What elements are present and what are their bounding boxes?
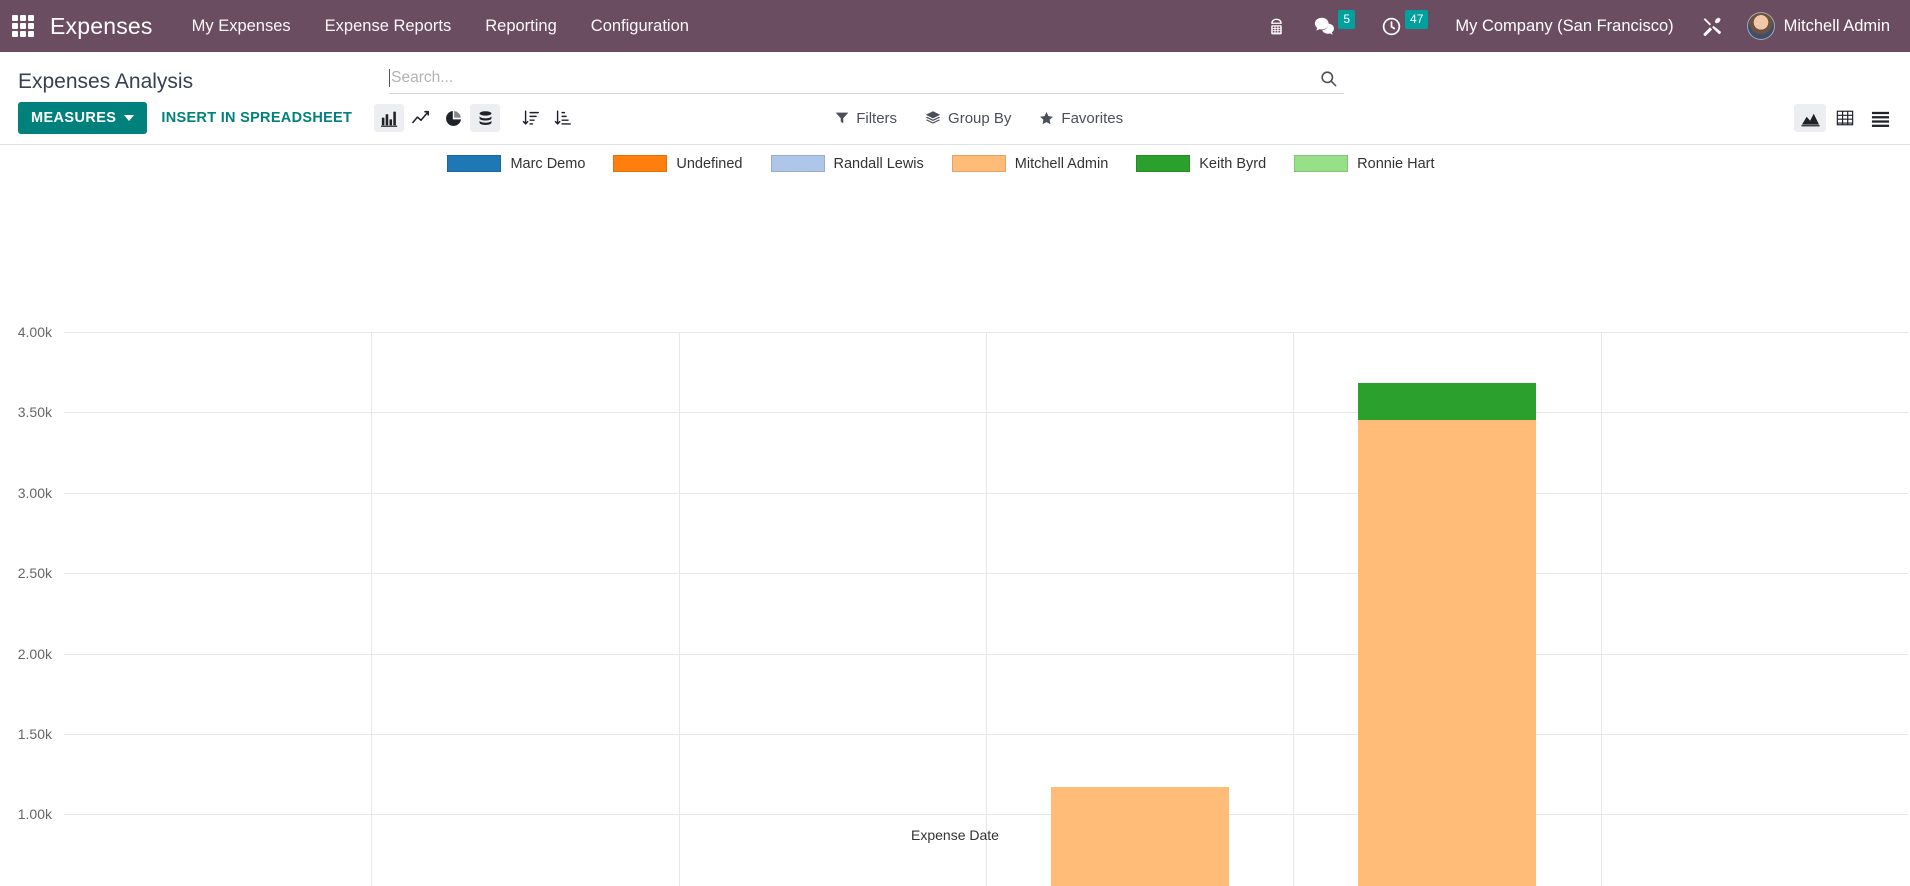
layers-icon bbox=[925, 111, 941, 124]
legend-swatch bbox=[1294, 155, 1349, 172]
filters-label: Filters bbox=[856, 109, 898, 127]
chart-type-button-group bbox=[374, 104, 578, 132]
list-view-icon[interactable] bbox=[1864, 104, 1896, 132]
legend-label: Randall Lewis bbox=[833, 155, 924, 172]
app-brand-expenses[interactable]: Expenses bbox=[44, 13, 175, 40]
apps-grid-icon[interactable] bbox=[8, 11, 38, 41]
line-chart-icon[interactable] bbox=[406, 104, 436, 132]
graph-view: Marc Demo Undefined Randall Lewis Mitchell … bbox=[0, 145, 1910, 886]
search-icon[interactable] bbox=[1313, 69, 1344, 88]
page-title: Expenses Analysis bbox=[18, 70, 194, 93]
stacked-icon[interactable] bbox=[470, 104, 501, 132]
nav-item-configuration[interactable]: Configuration bbox=[574, 0, 706, 52]
measures-button[interactable]: MEASURES bbox=[18, 102, 148, 134]
legend-item[interactable]: Undefined bbox=[613, 155, 756, 172]
legend-item[interactable]: Keith Byrd bbox=[1136, 155, 1280, 172]
x-gridline bbox=[371, 332, 373, 886]
x-gridline bbox=[1600, 332, 1602, 886]
search-options-group: Filters Group By Favorites bbox=[821, 104, 1137, 133]
legend-item[interactable]: Marc Demo bbox=[447, 155, 599, 172]
legend-label: Ronnie Hart bbox=[1357, 155, 1435, 172]
legend-swatch bbox=[613, 155, 668, 172]
pie-chart-icon[interactable] bbox=[438, 104, 468, 132]
legend-item[interactable]: Mitchell Admin bbox=[951, 155, 1122, 172]
control-panel-bottom-row: MEASURES INSERT IN SPREADSHEET Filters G… bbox=[0, 94, 1910, 144]
chart-plot-area: 0.00500.001.00k1.50k2.00k2.50k3.00k3.50k… bbox=[18, 324, 1908, 886]
user-menu[interactable]: Mitchell Admin bbox=[1737, 0, 1898, 52]
chevron-down-icon bbox=[124, 115, 135, 121]
x-gridline bbox=[678, 332, 680, 886]
avatar bbox=[1746, 12, 1775, 40]
legend-swatch bbox=[1136, 155, 1191, 172]
view-switcher bbox=[1794, 104, 1896, 132]
legend-label: Undefined bbox=[676, 155, 743, 172]
navbar-right-section: 5 47 My Company (San Francisco) Mitchell… bbox=[1253, 0, 1898, 52]
activities-count-badge: 47 bbox=[1405, 9, 1429, 29]
group-by-button[interactable]: Group By bbox=[911, 104, 1025, 133]
nav-item-my-expenses[interactable]: My Expenses bbox=[175, 0, 308, 52]
nav-item-expense-reports[interactable]: Expense Reports bbox=[308, 0, 469, 52]
bar-chart-icon[interactable] bbox=[374, 104, 405, 132]
y-axis-tick-label: 2.50k bbox=[17, 565, 52, 582]
y-axis-tick-label: 3.50k bbox=[17, 404, 52, 421]
nav-item-reporting[interactable]: Reporting bbox=[468, 0, 574, 52]
group-by-label: Group By bbox=[948, 109, 1012, 127]
favorites-button[interactable]: Favorites bbox=[1025, 104, 1137, 133]
control-panel-top-row: Expenses Analysis bbox=[0, 52, 1910, 94]
legend-item[interactable]: Ronnie Hart bbox=[1294, 155, 1448, 172]
x-gridline bbox=[1293, 332, 1295, 886]
tools-icon[interactable] bbox=[1688, 0, 1737, 52]
pivot-view-icon[interactable] bbox=[1829, 104, 1861, 132]
y-axis-tick-label: 1.00k bbox=[17, 806, 52, 823]
messages-button[interactable]: 5 bbox=[1300, 0, 1368, 52]
graph-view-icon[interactable] bbox=[1794, 104, 1826, 132]
search-bar[interactable] bbox=[389, 65, 1345, 94]
legend-swatch bbox=[951, 155, 1006, 172]
sort-descending-icon[interactable] bbox=[516, 104, 546, 132]
bar-segment[interactable] bbox=[1357, 383, 1537, 421]
activities-button[interactable]: 47 bbox=[1368, 0, 1441, 52]
chart-legend: Marc Demo Undefined Randall Lewis Mitchell … bbox=[0, 155, 1910, 172]
y-axis-tick-label: 4.00k bbox=[17, 324, 52, 340]
legend-swatch bbox=[770, 155, 825, 172]
control-panel: Expenses Analysis MEASURES INSERT IN SPR… bbox=[0, 52, 1910, 145]
insert-in-spreadsheet-button[interactable]: INSERT IN SPREADSHEET bbox=[147, 102, 366, 134]
bar-segment[interactable] bbox=[1357, 420, 1537, 886]
favorites-label: Favorites bbox=[1061, 109, 1124, 127]
legend-swatch bbox=[447, 155, 502, 172]
messages-count-badge: 5 bbox=[1338, 9, 1356, 29]
legend-label: Keith Byrd bbox=[1199, 155, 1267, 172]
x-axis-title: Expense Date bbox=[911, 827, 999, 843]
measures-label: MEASURES bbox=[31, 110, 117, 126]
filters-button[interactable]: Filters bbox=[821, 104, 911, 133]
legend-item[interactable]: Randall Lewis bbox=[770, 155, 938, 172]
star-icon bbox=[1040, 111, 1054, 124]
sort-ascending-icon[interactable] bbox=[548, 104, 578, 132]
legend-label: Marc Demo bbox=[510, 155, 586, 172]
company-selector[interactable]: My Company (San Francisco) bbox=[1441, 0, 1687, 52]
filter-icon bbox=[835, 112, 849, 124]
y-axis-tick-label: 2.00k bbox=[17, 645, 52, 662]
phone-icon[interactable] bbox=[1253, 0, 1300, 52]
y-axis-tick-label: 1.50k bbox=[17, 725, 52, 742]
legend-label: Mitchell Admin bbox=[1014, 155, 1109, 172]
search-input[interactable] bbox=[389, 69, 1314, 87]
top-navbar: Expenses My Expenses Expense Reports Rep… bbox=[0, 0, 1910, 52]
x-gridline bbox=[986, 332, 987, 886]
y-axis-tick-label: 3.00k bbox=[17, 484, 52, 501]
user-name: Mitchell Admin bbox=[1783, 16, 1890, 35]
